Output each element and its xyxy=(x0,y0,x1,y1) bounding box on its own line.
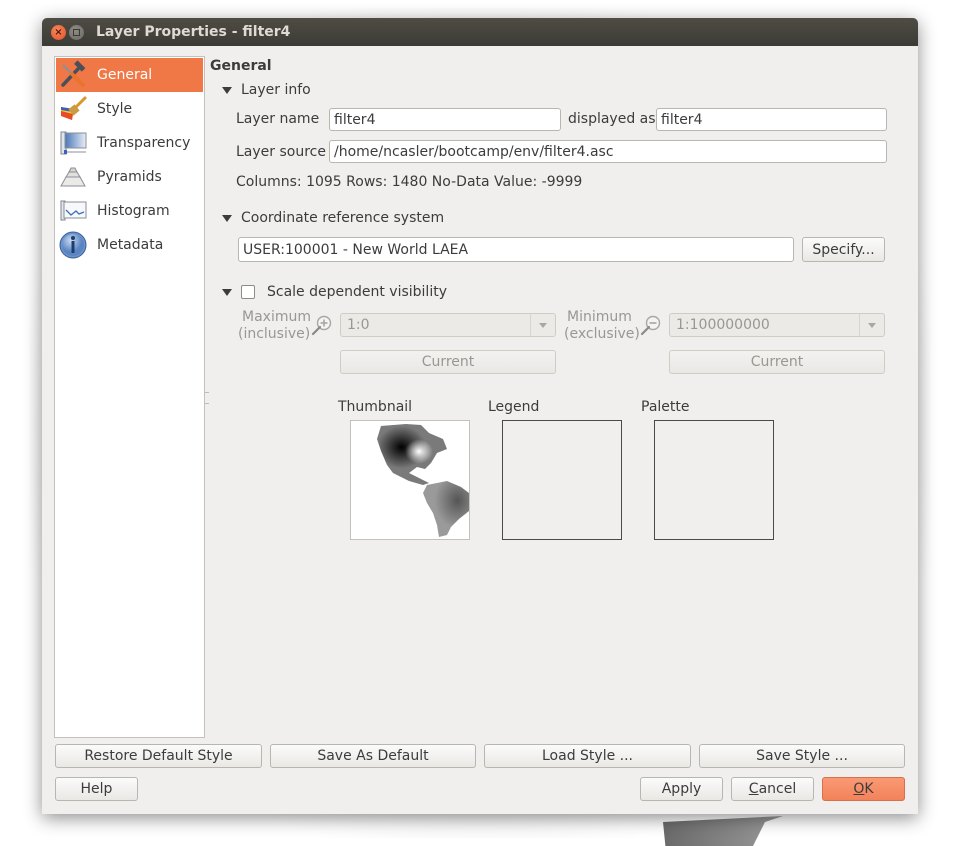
minimum-label-line2: (exclusive) xyxy=(564,326,640,342)
restore-default-style-button[interactable]: Restore Default Style xyxy=(55,744,262,768)
layer-info-header: Layer info xyxy=(241,82,311,98)
legend-label: Legend xyxy=(488,399,540,415)
apply-button[interactable]: Apply xyxy=(640,777,723,801)
palette-preview xyxy=(654,420,774,540)
minimum-scale-label: Minimum (exclusive) xyxy=(564,309,640,343)
paintbrush-icon xyxy=(56,92,90,126)
crs-group[interactable]: Coordinate reference system xyxy=(222,210,444,226)
layer-name-input[interactable] xyxy=(329,108,561,131)
thumbnail-label: Thumbnail xyxy=(338,399,413,415)
window-title: Layer Properties - filter4 xyxy=(96,24,291,40)
crs-input[interactable] xyxy=(238,237,794,262)
ok-button[interactable]: OK xyxy=(822,777,905,801)
dropdown-arrow-icon xyxy=(859,314,884,336)
specify-crs-button[interactable]: Specify... xyxy=(802,237,885,262)
sidebar-item-label: Pyramids xyxy=(97,169,162,185)
sidebar-item-metadata[interactable]: Metadata xyxy=(56,228,203,262)
maximum-label-line1: Maximum xyxy=(242,309,311,325)
close-icon: × xyxy=(54,27,63,38)
sidebar-item-label: Style xyxy=(97,101,133,117)
zoom-in-icon xyxy=(310,314,334,342)
sidebar-item-general[interactable]: General xyxy=(56,58,203,92)
layer-name-label: Layer name xyxy=(236,111,320,127)
displayed-as-input[interactable] xyxy=(656,108,887,131)
minimum-label-line1: Minimum xyxy=(567,309,632,325)
cancel-label: ancel xyxy=(758,781,797,797)
layer-source-label: Layer source xyxy=(236,144,326,160)
minimum-scale-combo[interactable]: 1:100000000 xyxy=(669,313,885,337)
collapse-triangle-icon xyxy=(222,288,232,296)
sidebar-item-transparency[interactable]: Transparency xyxy=(56,126,203,160)
hammer-screwdriver-icon xyxy=(56,58,90,92)
sidebar-item-label: Transparency xyxy=(97,135,191,151)
scale-visibility-checkbox[interactable] xyxy=(241,285,255,299)
sidebar-item-pyramids[interactable]: Pyramids xyxy=(56,160,203,194)
scale-visibility-header: Scale dependent visibility xyxy=(267,284,447,300)
displayed-as-label: displayed as xyxy=(568,111,656,127)
maximum-label-line2: (inclusive) xyxy=(238,326,311,342)
crs-header: Coordinate reference system xyxy=(241,210,445,226)
pyramid-icon xyxy=(56,160,90,194)
help-button[interactable]: Help xyxy=(55,777,138,801)
minimum-current-button[interactable]: Current xyxy=(669,350,885,374)
sidebar: General Style Transparency Pyramids Hist… xyxy=(54,56,205,738)
layer-source-input[interactable] xyxy=(329,140,887,163)
collapse-triangle-icon xyxy=(222,214,232,222)
scale-visibility-group[interactable]: Scale dependent visibility xyxy=(222,284,447,300)
transparency-map-icon xyxy=(56,126,90,160)
sidebar-item-label: Histogram xyxy=(97,203,170,219)
close-window-button[interactable]: × xyxy=(51,25,66,40)
splitter-handle[interactable] xyxy=(205,392,209,404)
legend-preview xyxy=(502,420,622,540)
maximum-scale-combo[interactable]: 1:0 xyxy=(340,313,556,337)
raster-stats: Columns: 1095 Rows: 1480 No-Data Value: … xyxy=(236,174,583,190)
layer-properties-dialog: × Layer Properties - filter4 General Sty… xyxy=(42,18,918,814)
americas-raster-thumbnail xyxy=(377,424,469,537)
sidebar-item-label: General xyxy=(97,67,153,83)
maximize-window-button[interactable] xyxy=(69,25,84,40)
cancel-button[interactable]: Cancel xyxy=(731,777,814,801)
sidebar-item-histogram[interactable]: Histogram xyxy=(56,194,203,228)
thumbnail-preview xyxy=(350,420,470,540)
minimum-scale-value: 1:100000000 xyxy=(676,317,770,333)
zoom-out-icon xyxy=(639,314,663,342)
maximum-scale-label: Maximum (inclusive) xyxy=(238,309,311,343)
section-title: General xyxy=(210,58,272,74)
dropdown-arrow-icon xyxy=(530,314,555,336)
layer-info-group[interactable]: Layer info xyxy=(222,82,311,98)
histogram-icon xyxy=(56,194,90,228)
collapse-triangle-icon xyxy=(222,86,232,94)
palette-label: Palette xyxy=(641,399,690,415)
cancel-mnemonic: C xyxy=(748,781,759,797)
save-as-default-button[interactable]: Save As Default xyxy=(270,744,476,768)
maximum-scale-value: 1:0 xyxy=(347,317,370,333)
load-style-button[interactable]: Load Style ... xyxy=(484,744,691,768)
title-bar[interactable]: × Layer Properties - filter4 xyxy=(42,18,918,46)
sidebar-item-style[interactable]: Style xyxy=(56,92,203,126)
sidebar-item-label: Metadata xyxy=(97,237,164,253)
save-style-button[interactable]: Save Style ... xyxy=(699,744,905,768)
ok-label: K xyxy=(864,781,874,797)
maximum-current-button[interactable]: Current xyxy=(340,350,556,374)
info-icon xyxy=(56,228,90,262)
ok-mnemonic: O xyxy=(853,781,865,797)
